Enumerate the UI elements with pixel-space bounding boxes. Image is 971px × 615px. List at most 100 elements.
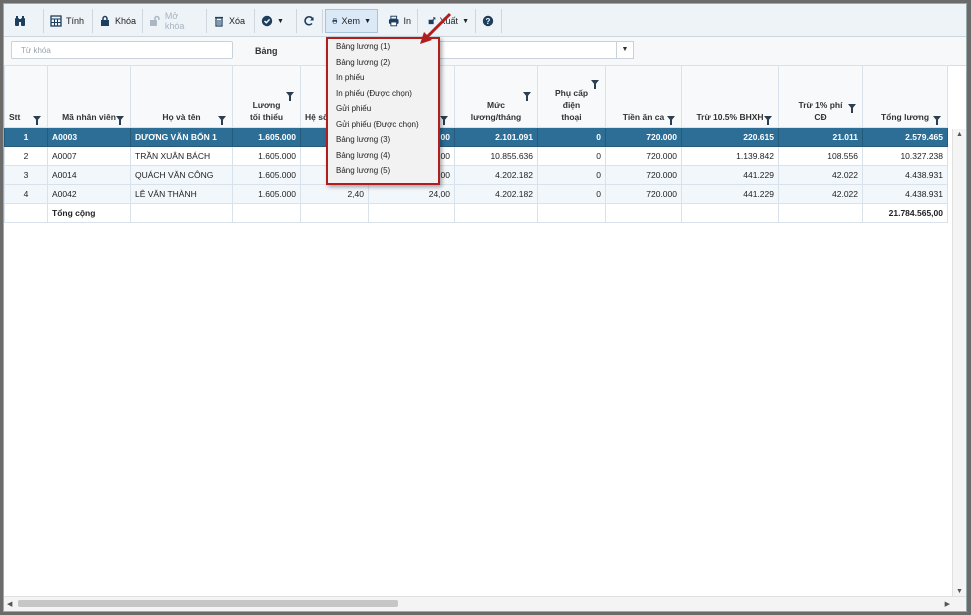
col-header-ho-ten[interactable]: Họ và tên [130,65,233,128]
cell-tong: 4.438.931 [862,184,948,204]
cell-muc: 4.202.182 [454,165,538,185]
chevron-down-icon: ▼ [462,17,469,25]
cell-bhxh: 441.229 [681,184,779,204]
cell-empty [681,203,779,223]
cell-tienan: 720.000 [605,146,682,166]
scroll-down-icon[interactable]: ▼ [956,588,963,595]
cell-tong: 4.438.931 [862,165,948,185]
filter-icon[interactable] [218,116,226,125]
col-header-phi-cd[interactable]: Trừ 1% phí CĐ [778,65,863,128]
table-row[interactable]: 4 A0042 LÊ VĂN THÀNH 1.605.000 2,40 24,0… [4,184,948,204]
col-header-stt[interactable]: Stt [4,65,48,128]
cell-muc: 10.855.636 [454,146,538,166]
cell-phucap: 0 [537,184,606,204]
cell-ten: LÊ VĂN THÀNH [130,184,233,204]
filter-icon[interactable] [667,116,675,125]
col-label: Lương tối thiểu [249,100,284,122]
approve-dropdown-button[interactable]: ▼ [255,9,297,33]
filter-icon[interactable] [116,116,124,125]
svg-text:?: ? [486,17,491,26]
menu-item-bang-luong-2[interactable]: Bảng lương (2) [328,55,438,71]
cell-muc: 2.101.091 [454,127,538,147]
tinh-button[interactable]: Tính [44,9,93,33]
col-header-ma-nhan-vien[interactable]: Mã nhân viên [47,65,131,128]
cell-empty [300,203,369,223]
table-row[interactable]: 1 A0003 DƯƠNG VĂN BỐN 1 1.605.000 4,00 2… [4,127,948,147]
khoa-button[interactable]: Khóa [93,9,143,33]
menu-item-bang-luong-3[interactable]: Bảng lương (3) [328,132,438,148]
col-label: Trừ 1% phí CĐ [798,100,843,122]
mo-khoa-label: Mở khóa [164,11,185,31]
menu-item-bang-luong-5[interactable]: Bảng lương (5) [328,163,438,179]
filter-icon[interactable] [33,116,41,125]
xem-dropdown-button[interactable]: Xem ▼ [325,9,378,33]
cell-empty [368,203,455,223]
table-row[interactable]: 2 A0007 TRẦN XUÂN BÁCH 1.605.000 4,00 10… [4,146,948,166]
in-button[interactable]: In [382,9,418,33]
help-button[interactable]: ? [476,9,502,33]
payroll-table: Stt Mã nhân viên Họ và tên Lương tối thi… [4,65,948,223]
cell-empty [605,203,682,223]
chevron-down-icon[interactable]: ▼ [616,42,633,58]
filter-icon[interactable] [591,80,599,89]
mo-khoa-button[interactable]: Mở khóa [143,9,207,33]
scroll-right-icon[interactable]: ▶ [945,600,950,608]
cell-stt: 4 [4,184,48,204]
filter-icon[interactable] [523,92,531,101]
cell-luong: 1.605.000 [232,165,301,185]
col-label: Phụ cấp điện thoại [554,88,589,122]
total-row: Tổng cộng 21.784.565,00 [4,203,948,223]
cell-ten: DƯƠNG VĂN BỐN 1 [130,127,233,147]
col-header-luong-toi-thieu[interactable]: Lương tối thiểu [232,65,301,128]
filter-icon[interactable] [440,116,448,125]
col-header-tong-luong[interactable]: Tổng lương [862,65,948,128]
filter-icon[interactable] [286,92,294,101]
col-label: Stt [9,112,21,122]
filter-icon[interactable] [848,104,856,113]
xoa-button[interactable]: Xóa [207,9,255,33]
find-button[interactable] [8,9,44,33]
menu-item-bang-luong-4[interactable]: Bảng lương (4) [328,148,438,164]
col-label: Tiền ăn ca [622,112,665,122]
cell-phucap: 0 [537,127,606,147]
table-row[interactable]: 3 A0014 QUÁCH VĂN CÔNG 1.605.000 4,00 4.… [4,165,948,185]
cell-ten: QUÁCH VĂN CÔNG [130,165,233,185]
horizontal-scrollbar[interactable]: ◀ ▶ [4,596,966,611]
cell-cd: 42.022 [778,165,863,185]
col-label: Tổng lương [880,112,930,122]
filter-icon[interactable] [764,116,772,125]
lock-icon [100,15,109,26]
toolbar: Tính Khóa Mở khóa Xóa ▼ Xem ▼ In Xuất ▼ … [4,4,966,37]
scroll-up-icon[interactable]: ▲ [956,131,963,138]
col-header-bhxh[interactable]: Trừ 10.5% BHXH [681,65,779,128]
cell-tienan: 720.000 [605,127,682,147]
help-icon: ? [482,15,494,27]
col-label: Họ và tên [162,112,201,122]
cell-ma: A0003 [47,127,131,147]
menu-item-in-phieu[interactable]: In phiếu [328,70,438,86]
binoculars-icon [15,16,25,26]
filter-icon[interactable] [933,116,941,125]
col-header-muc-luong[interactable]: Mức lương/tháng [454,65,538,128]
cell-bhxh: 220.615 [681,127,779,147]
cell-phucap: 0 [537,146,606,166]
trash-icon [215,16,223,27]
col-header-tien-an-ca[interactable]: Tiền ăn ca [605,65,682,128]
col-header-phu-cap[interactable]: Phụ cấp điện thoại [537,65,606,128]
scroll-left-icon[interactable]: ◀ [7,600,12,608]
menu-item-in-phieu-duoc-chon[interactable]: In phiếu (Được chọn) [328,86,438,102]
menu-item-gui-phieu-duoc-chon[interactable]: Gửi phiếu (Được chọn) [328,117,438,133]
cell-empty [130,203,233,223]
table-header-row: Stt Mã nhân viên Họ và tên Lương tối thi… [4,65,948,128]
cell-tong: 2.579.465 [862,127,948,147]
col-label: Mã nhân viên [62,112,116,122]
in-label: In [403,16,411,26]
bang-select[interactable]: ▼ [434,41,634,59]
refresh-button[interactable] [297,9,323,33]
scroll-thumb[interactable] [18,600,398,607]
search-input[interactable]: Từ khóa [11,41,233,59]
menu-item-gui-phieu[interactable]: Gửi phiếu [328,101,438,117]
vertical-scrollbar[interactable]: ▲ ▼ [952,129,966,597]
xoa-label: Xóa [229,16,246,26]
col-label: Trừ 10.5% BHXH [696,112,764,122]
